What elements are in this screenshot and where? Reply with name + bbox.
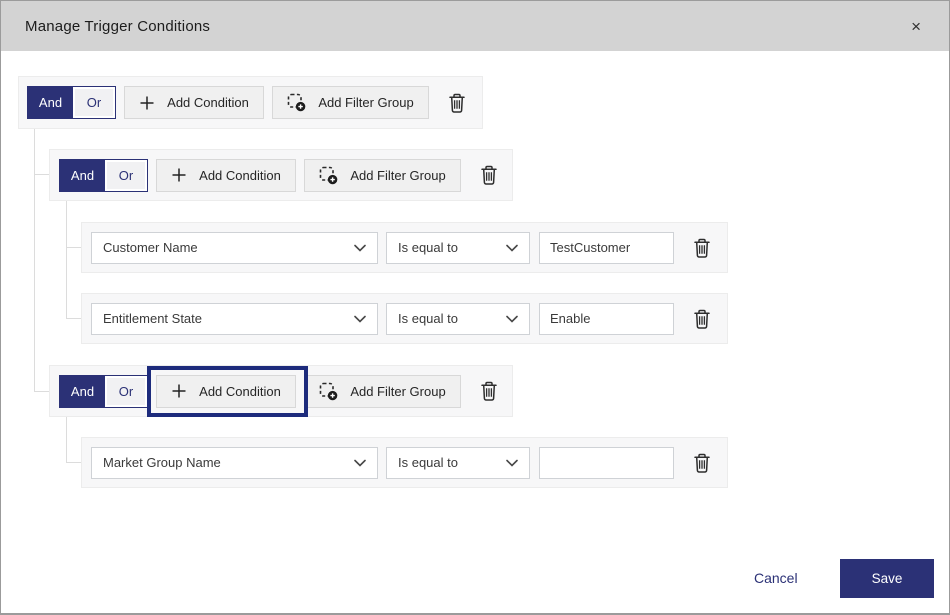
and-toggle-option[interactable]: And: [28, 87, 73, 118]
trash-icon: [447, 92, 467, 114]
field-select[interactable]: Market Group Name: [91, 447, 378, 479]
add-filter-group-label: Add Filter Group: [350, 384, 445, 399]
comparator-select-value: Is equal to: [398, 240, 458, 255]
connector-line: [66, 247, 81, 248]
connector-line: [66, 462, 81, 463]
add-filter-group-icon: [287, 93, 306, 112]
condition-value-input[interactable]: [539, 303, 674, 335]
add-condition-label: Add Condition: [167, 95, 249, 110]
comparator-select[interactable]: Is equal to: [386, 303, 530, 335]
delete-group-button[interactable]: [479, 380, 499, 402]
chevron-down-icon: [506, 459, 518, 467]
or-toggle-option[interactable]: Or: [107, 378, 145, 405]
trash-icon: [479, 380, 499, 402]
add-filter-group-label: Add Filter Group: [318, 95, 413, 110]
or-toggle-option[interactable]: Or: [75, 89, 113, 116]
dialog-header: Manage Trigger Conditions ×: [1, 1, 949, 51]
filter-group-nested-2: And Or Add Condition Add Filter Group: [49, 365, 513, 417]
connector-line: [34, 129, 35, 391]
and-or-toggle: And Or: [59, 159, 148, 192]
close-icon[interactable]: ×: [907, 16, 925, 37]
trash-icon: [692, 237, 712, 259]
comparator-select-value: Is equal to: [398, 455, 458, 470]
connector-line: [34, 391, 49, 392]
or-toggle-option[interactable]: Or: [107, 162, 145, 189]
delete-condition-button[interactable]: [692, 452, 712, 474]
chevron-down-icon: [354, 315, 366, 323]
cancel-button[interactable]: Cancel: [754, 570, 798, 586]
add-condition-button-highlighted[interactable]: Add Condition: [156, 375, 296, 408]
field-select-value: Entitlement State: [103, 311, 202, 326]
and-or-toggle: And Or: [59, 375, 148, 408]
add-condition-button[interactable]: Add Condition: [124, 86, 264, 119]
field-select[interactable]: Entitlement State: [91, 303, 378, 335]
delete-group-button[interactable]: [447, 92, 467, 114]
chevron-down-icon: [354, 244, 366, 252]
add-condition-label: Add Condition: [199, 384, 281, 399]
trash-icon: [692, 308, 712, 330]
plus-icon: [139, 95, 155, 111]
and-or-toggle: And Or: [27, 86, 116, 119]
trash-icon: [692, 452, 712, 474]
add-filter-group-button[interactable]: Add Filter Group: [304, 159, 461, 192]
trash-icon: [479, 164, 499, 186]
plus-icon: [171, 383, 187, 399]
filter-group-nested-1: And Or Add Condition Add Filter Group: [49, 149, 513, 201]
field-select-value: Customer Name: [103, 240, 198, 255]
connector-line: [66, 201, 67, 318]
add-filter-group-label: Add Filter Group: [350, 168, 445, 183]
connector-line: [66, 318, 81, 319]
comparator-select[interactable]: Is equal to: [386, 232, 530, 264]
field-select[interactable]: Customer Name: [91, 232, 378, 264]
chevron-down-icon: [506, 244, 518, 252]
add-filter-group-button[interactable]: Add Filter Group: [272, 86, 429, 119]
connector-line: [34, 174, 49, 175]
add-filter-group-icon: [319, 166, 338, 185]
add-condition-label: Add Condition: [199, 168, 281, 183]
condition-row: Market Group Name Is equal to: [81, 437, 728, 488]
condition-row: Customer Name Is equal to: [81, 222, 728, 273]
add-filter-group-button[interactable]: Add Filter Group: [304, 375, 461, 408]
delete-group-button[interactable]: [479, 164, 499, 186]
save-button[interactable]: Save: [840, 559, 934, 598]
add-condition-button[interactable]: Add Condition: [156, 159, 296, 192]
chevron-down-icon: [354, 459, 366, 467]
plus-icon: [171, 167, 187, 183]
comparator-select[interactable]: Is equal to: [386, 447, 530, 479]
and-toggle-option[interactable]: And: [60, 376, 105, 407]
field-select-value: Market Group Name: [103, 455, 221, 470]
manage-trigger-conditions-dialog: Manage Trigger Conditions × And Or Add C…: [0, 0, 950, 615]
condition-row: Entitlement State Is equal to: [81, 293, 728, 344]
and-toggle-option[interactable]: And: [60, 160, 105, 191]
filter-group-root: And Or Add Condition Add Filter Group: [18, 76, 483, 129]
condition-value-input[interactable]: [539, 232, 674, 264]
comparator-select-value: Is equal to: [398, 311, 458, 326]
delete-condition-button[interactable]: [692, 237, 712, 259]
chevron-down-icon: [506, 315, 518, 323]
connector-line: [66, 417, 67, 462]
dialog-title: Manage Trigger Conditions: [25, 18, 210, 35]
condition-value-input[interactable]: [539, 447, 674, 479]
delete-condition-button[interactable]: [692, 308, 712, 330]
add-filter-group-icon: [319, 382, 338, 401]
